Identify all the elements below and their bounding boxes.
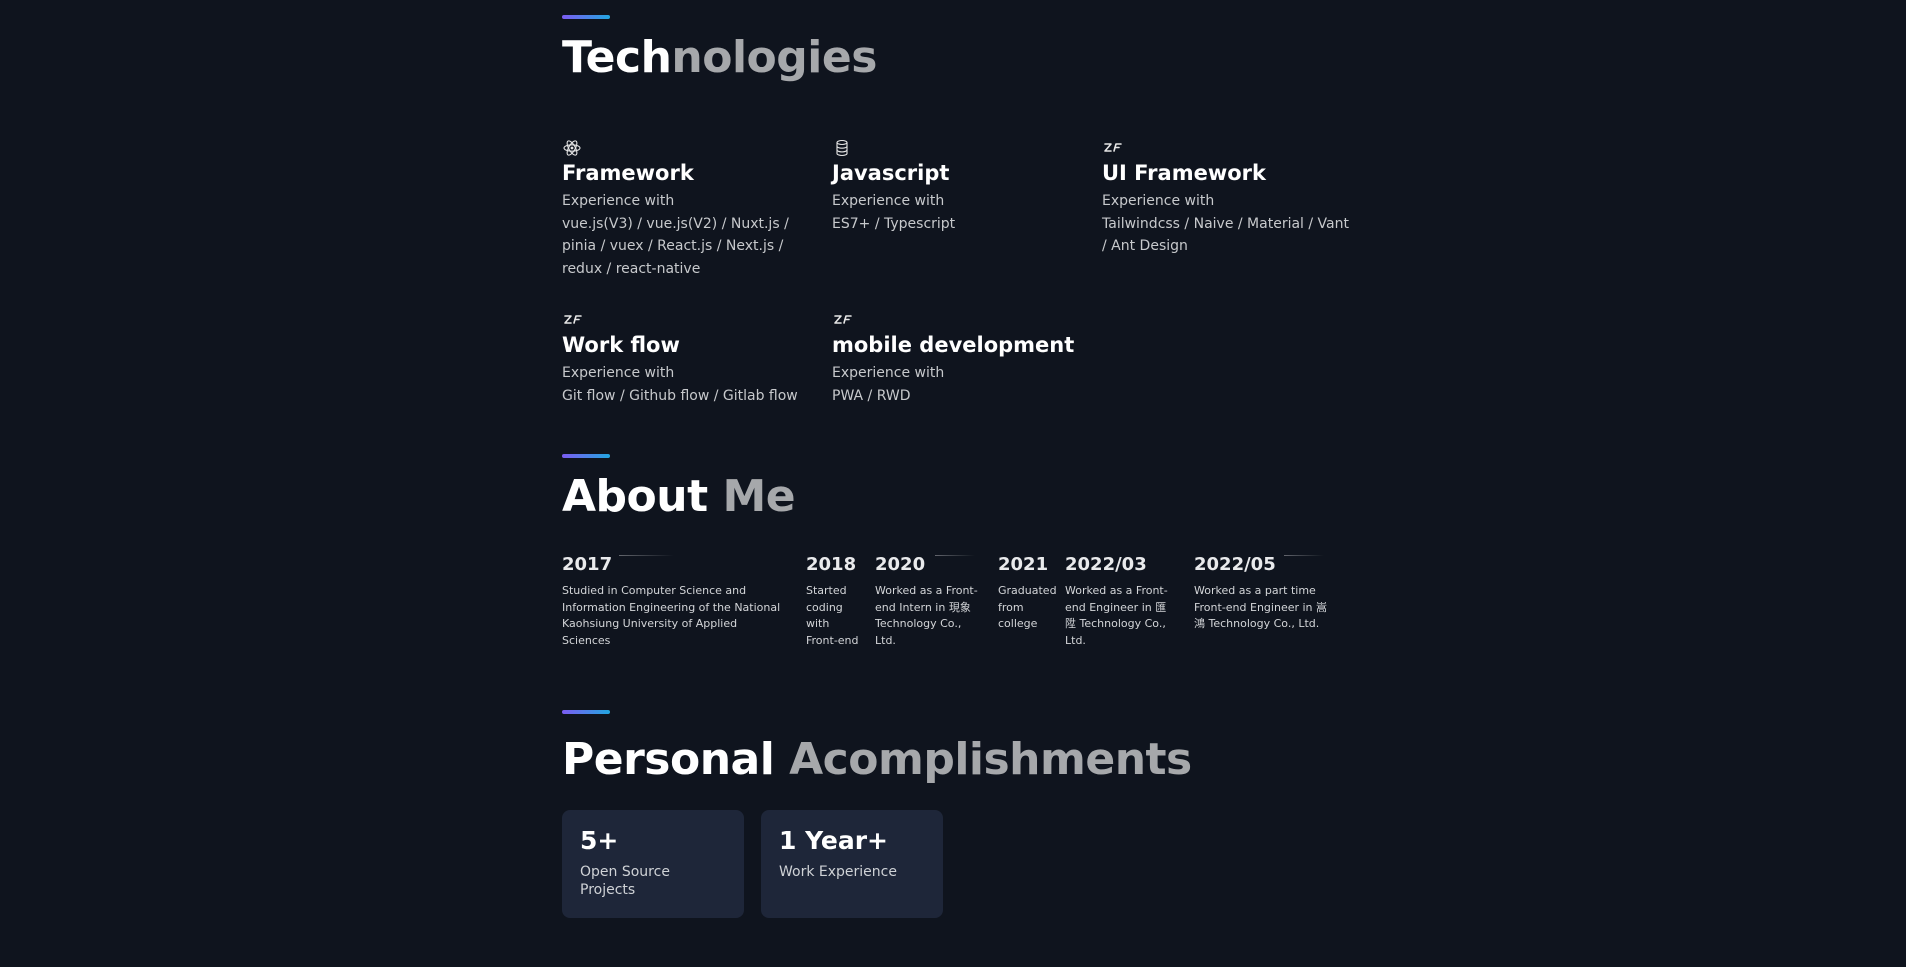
accomplishment-value: 1 Year+	[779, 826, 889, 855]
timeline-item: 2017 Studied in Computer Science and Inf…	[562, 555, 787, 649]
timeline-description: Studied in Computer Science and Informat…	[562, 584, 781, 647]
timeline-description: Worked as a Front-end Engineer in 匯陞 Tec…	[1065, 584, 1168, 647]
tech-item-ui-framework: UI Framework Experience with Tailwindcss…	[1102, 139, 1349, 258]
timeline-year: 2020	[875, 554, 926, 575]
tech-title: UI Framework	[1102, 161, 1266, 185]
tech-title: Framework	[562, 161, 694, 185]
timeline-item: 2022/05 Worked as a part time Front-end …	[1194, 555, 1334, 633]
tech-item-mobile-development: mobile development Experience with PWA /…	[832, 311, 1075, 407]
accomplishments-section: Personal Acomplishments	[562, 710, 1192, 782]
timeline-item: 2021 Graduated from college	[998, 554, 1057, 633]
timeline-item: 2022/03 Worked as a Front-end Engineer i…	[1065, 555, 1177, 649]
timeline-description: Graduated from college	[998, 584, 1057, 630]
section-accent-bar	[562, 15, 610, 19]
timeline-year: 2017	[562, 554, 613, 575]
timeline-connector	[619, 555, 674, 556]
accomplishment-card: 5+ Open Source Projects	[562, 810, 744, 918]
timeline-year: 2022/03	[1065, 554, 1147, 575]
timeline-year: 2022/05	[1194, 554, 1276, 575]
timeline-connector	[935, 555, 975, 556]
atom-icon	[563, 140, 581, 156]
tech-item-framework: Framework Experience with vue.js(V3) / v…	[562, 139, 802, 280]
tech-item-javascript: Javascript Experience with ES7+ / Typesc…	[832, 139, 1072, 235]
section-accent-bar	[562, 454, 610, 458]
tech-description: Experience with ES7+ / Typescript	[832, 193, 956, 232]
database-icon	[836, 139, 848, 157]
tech-description: Experience with Git flow / Github flow /…	[562, 365, 798, 404]
timeline-description: Worked as a part time Front-end Engineer…	[1194, 584, 1328, 630]
accomplishment-card: 1 Year+ Work Experience	[761, 810, 943, 918]
zf-logo-icon	[564, 315, 582, 324]
timeline-description: Worked as a Front-end Intern in 現象 Techn…	[875, 584, 978, 647]
tech-title: Work flow	[562, 333, 680, 357]
tech-description: Experience with vue.js(V3) / vue.js(V2) …	[562, 193, 789, 277]
zf-logo-icon	[834, 315, 852, 324]
about-title: About Me	[562, 471, 796, 522]
timeline-description: Started coding with Front-end	[806, 584, 859, 647]
tech-description: Experience with Tailwindcss / Naive / Ma…	[1102, 193, 1349, 254]
tech-title: mobile development	[832, 333, 1075, 357]
accomplishment-label: Work Experience	[779, 864, 897, 880]
section-accent-bar	[562, 710, 610, 714]
timeline-item: 2020 Worked as a Front-end Intern in 現象 …	[875, 555, 983, 649]
accomplishment-label: Open Source Projects	[580, 864, 670, 898]
tech-title: Javascript	[832, 161, 950, 185]
timeline-year: 2021	[998, 554, 1049, 575]
timeline-item: 2018 Started coding with Front-end	[806, 555, 864, 649]
tech-item-work-flow: Work flow Experience with Git flow / Git…	[562, 311, 802, 407]
zf-logo-icon	[1104, 143, 1122, 152]
timeline-year: 2018	[806, 554, 857, 575]
accomplishment-value: 5+	[580, 826, 619, 855]
accomplishments-title: Personal Acomplishments	[562, 734, 1192, 785]
technologies-title: Technologies	[562, 32, 877, 83]
technologies-section: Technologies	[562, 15, 877, 80]
timeline-connector	[1284, 555, 1324, 556]
tech-description: Experience with PWA / RWD	[832, 365, 945, 404]
about-section: About Me	[562, 454, 796, 522]
